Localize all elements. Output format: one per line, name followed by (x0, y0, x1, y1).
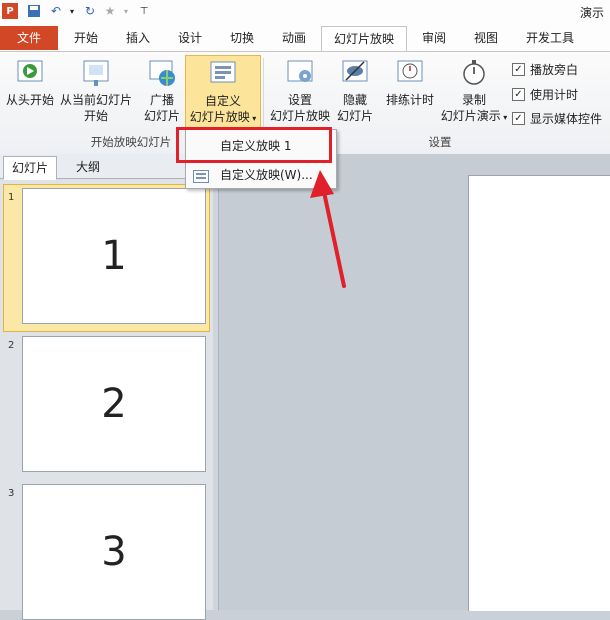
slide-number: 1 (8, 192, 15, 203)
record-slide-show-button[interactable]: 录制 幻灯片演示 ▾ (438, 58, 510, 126)
slide-canvas[interactable] (468, 175, 610, 611)
slide-thumbnail[interactable]: 3 (22, 484, 206, 620)
annotation-highlight-box (176, 127, 332, 163)
from-beginning-button[interactable]: 从头开始 (3, 58, 57, 108)
tab-slide-show[interactable]: 幻灯片放映 (321, 26, 407, 52)
ribbon-tabs: 文件 开始 插入 设计 切换 动画 幻灯片放映 审阅 视图 开发工具 (0, 24, 610, 52)
slides-pane: 幻灯片 大纲 1 1 2 2 3 3 (0, 154, 214, 620)
custom-show-icon (208, 59, 238, 89)
slide-number: 3 (8, 488, 15, 499)
tab-transitions[interactable]: 切换 (222, 26, 262, 50)
save-icon[interactable] (26, 3, 42, 19)
tab-design[interactable]: 设计 (170, 26, 210, 50)
checkbox-checked-icon: ✓ (512, 88, 525, 101)
undo-icon[interactable]: ↶ (48, 3, 64, 19)
powerpoint-logo-icon[interactable]: P (2, 3, 18, 19)
rehearse-timings-button[interactable]: 排练计时 (383, 58, 437, 108)
tab-insert[interactable]: 插入 (118, 26, 158, 50)
slide-thumbnail[interactable]: 1 (22, 188, 206, 324)
tab-home[interactable]: 开始 (66, 26, 106, 50)
title-bar: P ↶ ▾ ↻ ★ ▾ ⊤ 演示 (0, 0, 610, 25)
tab-view[interactable]: 视图 (466, 26, 506, 50)
setup-show-icon (285, 58, 315, 88)
customize-qat-icon[interactable]: ⊤ (136, 3, 152, 19)
tab-file[interactable]: 文件 (0, 26, 58, 50)
tab-outline[interactable]: 大纲 (62, 156, 114, 178)
group-label-setup: 设置 (428, 135, 452, 149)
custom-shows-icon (193, 168, 209, 192)
broadcast-slide-show-button[interactable]: 广播 幻灯片 (142, 58, 182, 124)
rehearse-timer-icon (395, 58, 425, 88)
play-narrations-checkbox[interactable]: ✓ 播放旁白 (512, 61, 578, 78)
undo-dropdown-icon[interactable]: ▾ (64, 3, 80, 19)
current-slide-icon (81, 58, 111, 88)
set-up-slide-show-button[interactable]: 设置 幻灯片放映 (268, 58, 332, 124)
slide-thumbnail[interactable]: 2 (22, 336, 206, 472)
star-dropdown-icon[interactable]: ▾ (118, 3, 134, 19)
play-slide-icon (15, 58, 45, 88)
broadcast-globe-icon (147, 58, 177, 88)
custom-shows-dialog-item[interactable]: 自定义放映(W)... (186, 163, 336, 187)
redo-icon[interactable]: ↻ (82, 3, 98, 19)
tab-developer[interactable]: 开发工具 (518, 26, 582, 50)
custom-slide-show-button[interactable]: 自定义 幻灯片放映 ▾ (185, 55, 261, 134)
app-title: 演示 (579, 6, 604, 20)
slide-number: 2 (8, 340, 15, 351)
checkbox-checked-icon: ✓ (512, 63, 525, 76)
tab-review[interactable]: 审阅 (414, 26, 454, 50)
watermark: 经验总结网 (535, 556, 590, 569)
hide-slide-icon (340, 58, 370, 88)
from-current-slide-button[interactable]: 从当前幻灯片 开始 (58, 58, 134, 124)
checkbox-checked-icon: ✓ (512, 112, 525, 125)
record-stopwatch-icon (459, 58, 489, 88)
show-media-controls-checkbox[interactable]: ✓ 显示媒体控件 (512, 110, 602, 127)
tab-animations[interactable]: 动画 (274, 26, 314, 50)
tab-slides[interactable]: 幻灯片 (3, 156, 57, 180)
hide-slide-button[interactable]: 隐藏 幻灯片 (335, 58, 375, 124)
use-timings-checkbox[interactable]: ✓ 使用计时 (512, 86, 578, 103)
star-icon[interactable]: ★ (102, 3, 118, 19)
